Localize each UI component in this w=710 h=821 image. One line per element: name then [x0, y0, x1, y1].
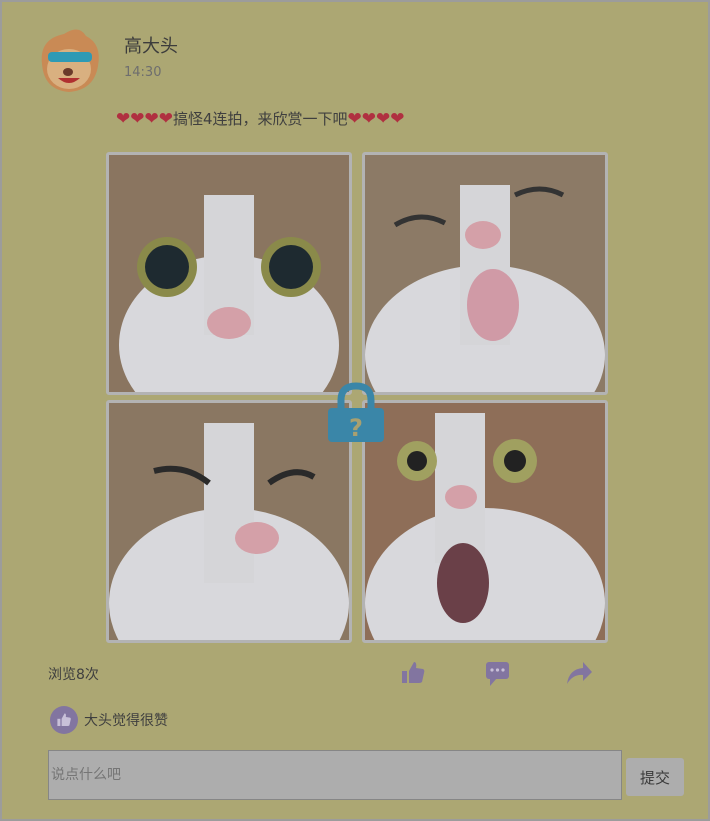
lock-question-icon[interactable]: ?	[326, 382, 386, 444]
like-icon[interactable]	[398, 659, 428, 687]
photo-cat-tongue-out[interactable]	[362, 152, 608, 395]
view-count: 浏览8次	[48, 667, 99, 683]
photo-cat-open-mouth[interactable]	[362, 400, 608, 643]
submit-button[interactable]: 提交	[626, 758, 684, 796]
avatar[interactable]	[34, 24, 104, 94]
photo-cat-squint[interactable]	[106, 400, 352, 643]
post-card: 高大头 14:30 ❤❤❤❤搞怪4连拍，来欣赏一下吧❤❤❤❤ ? 浏览8次 大头…	[2, 2, 708, 819]
liked-by: 大头觉得很赞	[50, 706, 168, 734]
like-badge-icon	[50, 706, 78, 734]
post-text-body: 搞怪4连拍，来欣赏一下吧	[172, 110, 348, 128]
photo-cat-wide-eyes[interactable]	[106, 152, 352, 395]
image-grid: ?	[106, 152, 608, 644]
author-name[interactable]: 高大头	[124, 32, 178, 58]
comment-input[interactable]	[48, 750, 622, 800]
post-time: 14:30	[124, 65, 162, 80]
comment-icon[interactable]	[482, 659, 512, 687]
hearts-prefix: ❤❤❤❤	[116, 109, 173, 129]
post-text: ❤❤❤❤搞怪4连拍，来欣赏一下吧❤❤❤❤	[116, 108, 405, 129]
hearts-suffix: ❤❤❤❤	[347, 109, 405, 129]
svg-text:?: ?	[349, 414, 363, 442]
liked-by-text: 大头觉得很赞	[84, 713, 168, 729]
share-icon[interactable]	[564, 659, 594, 687]
